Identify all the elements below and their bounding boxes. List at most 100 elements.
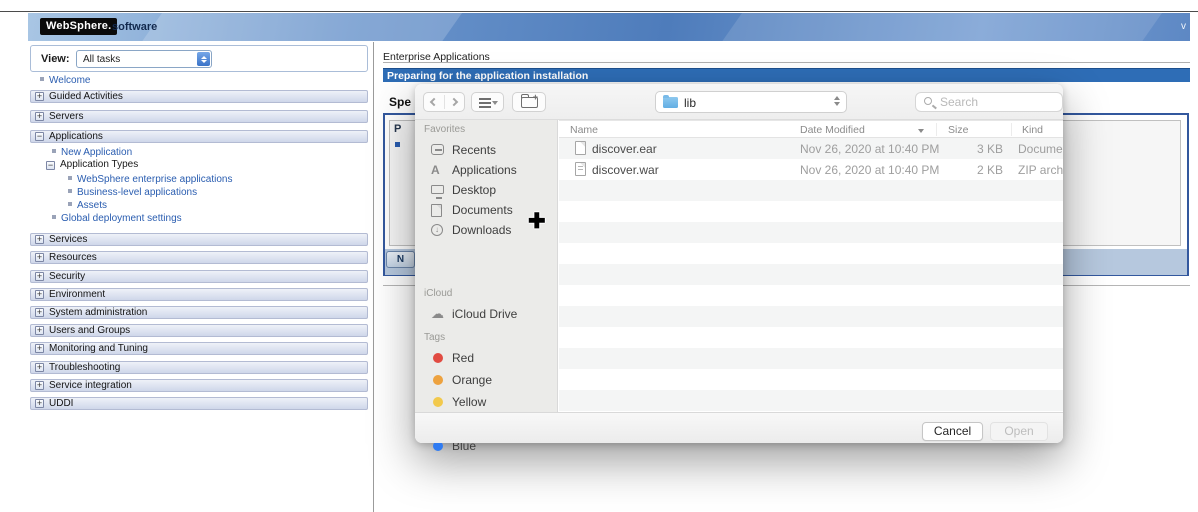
column-header-kind[interactable]: Kind [1022,124,1043,136]
expand-plus-icon[interactable]: + [35,344,44,353]
sidebar-section-servers[interactable]: + Servers [30,110,368,123]
sidebar-item-assets[interactable]: Assets [68,200,107,211]
sidebar-item-global-deployment-settings[interactable]: Global deployment settings [52,213,182,224]
sidebar-section-system-administration[interactable]: + System administration [30,306,368,319]
sidebar-section-guided-activities[interactable]: + Guided Activities [30,90,368,103]
sidebar-item-application-types[interactable]: − Application Types [46,159,138,170]
sidebar-item-business-level-applications[interactable]: Business-level applications [68,187,197,198]
screen: WebSphere. software v View: All tasks We… [0,0,1198,512]
list-view-icon [479,102,491,104]
forward-button[interactable] [449,97,459,107]
path-label-fragment: P [394,123,402,135]
sidebar-item-tag-orange[interactable]: Orange [415,370,558,390]
view-select[interactable]: All tasks [76,50,212,68]
sidebar-item-new-application[interactable]: New Application [52,147,132,158]
file-list-header: Name Date Modified Size Kind [559,120,1063,138]
file-row-discover-war[interactable]: discover.war Nov 26, 2020 at 10:40 PM 2 … [559,159,1063,180]
bullet-icon [52,149,56,153]
dialog-bottom-bar: Cancel Open [415,412,1063,443]
banner-streak [126,13,470,41]
search-input[interactable] [940,94,1058,110]
sidebar-item-tag-red[interactable]: Red [415,348,558,368]
search-field[interactable] [915,92,1063,112]
expand-plus-icon[interactable]: + [35,272,44,281]
sidebar-section-environment[interactable]: + Environment [30,288,368,301]
column-header-date-modified[interactable]: Date Modified [800,124,865,136]
sidebar-item-applications[interactable]: A Applications [415,160,558,180]
button-divider [444,95,445,109]
sidebar-section-troubleshooting[interactable]: + Troubleshooting [30,361,368,374]
current-folder-name: lib [684,96,697,110]
expand-plus-icon[interactable]: + [35,399,44,408]
view-options-button[interactable] [471,92,504,112]
archive-file-icon [575,162,586,176]
expand-plus-icon[interactable]: + [35,290,44,299]
red-tag-icon [433,353,443,363]
sidebar-section-security[interactable]: + Security [30,270,368,283]
new-folder-button[interactable] [512,92,546,112]
sidebar-section-services[interactable]: + Services [30,233,368,246]
bullet-icon [40,77,44,81]
open-button[interactable]: Open [990,422,1048,441]
sidebar-section-resources[interactable]: + Resources [30,251,368,264]
websphere-software-label: software [112,21,158,33]
window-top-border [0,11,1198,12]
expand-plus-icon[interactable]: + [35,381,44,390]
sidebar-section-users-and-groups[interactable]: + Users and Groups [30,324,368,337]
column-header-size[interactable]: Size [948,124,968,136]
tags-label: Tags [424,332,446,343]
sidebar-item-icloud-drive[interactable]: ☁ iCloud Drive [415,304,558,324]
chevron-down-icon [492,101,498,105]
banner-streak [706,13,1170,41]
move-cursor: ✚ [528,210,546,233]
cancel-button[interactable]: Cancel [922,422,983,441]
sidebar-item-welcome[interactable]: Welcome [40,75,91,86]
wizard-title-bar: Preparing for the application installati… [383,68,1190,82]
sidebar-item-websphere-enterprise-applications[interactable]: WebSphere enterprise applications [68,174,232,185]
folder-stepper-icon [834,96,840,106]
downloads-icon: ↓ [431,224,443,236]
icloud-drive-icon: ☁ [431,306,444,321]
wizard-title: Preparing for the application installati… [387,70,589,82]
expand-plus-icon[interactable]: + [35,363,44,372]
favorites-label: Favorites [424,124,466,135]
sidebar-item-tag-yellow[interactable]: Yellow [415,392,558,412]
sidebar-item-desktop[interactable]: Desktop [415,180,558,200]
file-open-dialog: lib Favorites Recents A Applications Des… [415,84,1063,453]
bullet-icon [52,215,56,219]
folder-icon [663,95,678,108]
file-row-discover-ear[interactable]: discover.ear Nov 26, 2020 at 10:40 PM 3 … [559,138,1063,159]
expand-plus-icon[interactable]: + [35,308,44,317]
view-box: View: All tasks [30,45,368,72]
current-folder-dropdown[interactable]: lib [655,91,847,113]
bullet-icon [68,189,72,193]
icloud-label: iCloud [424,288,453,299]
yellow-tag-icon [433,397,443,407]
sidebar-section-monitoring-and-tuning[interactable]: + Monitoring and Tuning [30,342,368,355]
next-button[interactable]: N [386,251,415,268]
sidebar-section-service-integration[interactable]: + Service integration [30,379,368,392]
bullet-icon [68,202,72,206]
sidebar-section-applications[interactable]: − Applications [30,130,368,143]
collapse-minus-icon[interactable]: − [46,161,55,170]
sidebar-item-recents[interactable]: Recents [415,140,558,160]
view-select-value: All tasks [83,54,121,65]
dialog-toolbar: lib [415,84,1063,120]
radio-fragment[interactable] [395,142,400,147]
bullet-icon [68,176,72,180]
column-divider [936,123,937,136]
back-button[interactable] [429,97,439,107]
expand-plus-icon[interactable]: + [35,112,44,121]
expand-plus-icon[interactable]: + [35,235,44,244]
dialog-sidebar: Favorites Recents A Applications Desktop… [415,120,558,453]
collapse-minus-icon[interactable]: − [35,132,44,141]
expand-plus-icon[interactable]: + [35,253,44,262]
expand-plus-icon[interactable]: + [35,92,44,101]
view-label: View: [41,53,70,65]
websphere-banner: WebSphere. software v [28,13,1190,41]
column-header-name[interactable]: Name [570,124,598,136]
expand-plus-icon[interactable]: + [35,326,44,335]
specify-heading-fragment: Spe [389,95,412,109]
sidebar-section-uddi[interactable]: + UDDI [30,397,368,410]
banner-right-fragment: v [1181,21,1186,32]
